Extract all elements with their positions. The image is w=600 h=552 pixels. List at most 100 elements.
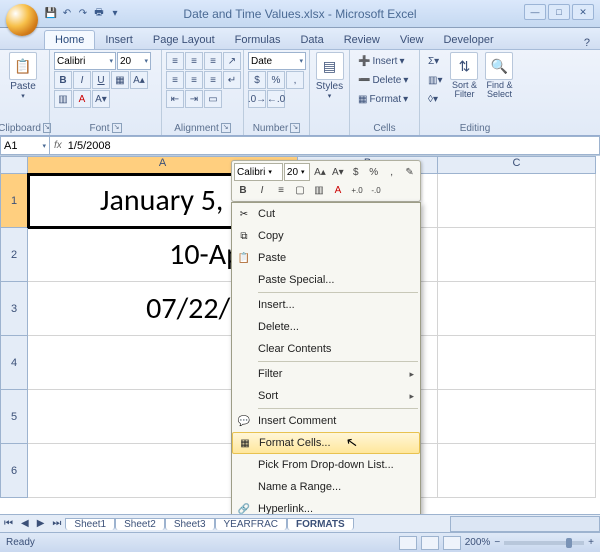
sheet-tab-yearfrac[interactable]: YEARFRAC [215,518,287,530]
font-color-button[interactable]: A [73,90,91,108]
ctx-delete[interactable]: Delete... [232,316,420,338]
decrease-decimal-button[interactable]: ←.0 [267,90,285,108]
tab-review[interactable]: Review [334,31,390,49]
font-size-combo[interactable]: 20▾ [117,52,151,70]
qat-more-icon[interactable]: ▾ [108,7,122,21]
comma-button[interactable]: , [286,71,304,89]
ctx-name-range[interactable]: Name a Range... [232,476,420,498]
sheet-nav-last[interactable]: ⏭ [48,518,65,529]
sort-filter-button[interactable]: ⇅Sort & Filter [447,52,481,99]
undo-icon[interactable]: ↶ [60,7,74,21]
row-header-1[interactable]: 1 [0,174,28,228]
ctx-pick-from-list[interactable]: Pick From Drop-down List... [232,454,420,476]
minimize-button[interactable]: — [524,4,546,20]
ctx-copy[interactable]: ⧉Copy [232,225,420,247]
align-center-button[interactable]: ≡ [185,71,203,89]
wrap-text-button[interactable]: ↵ [223,71,241,89]
ctx-paste[interactable]: 📋Paste [232,247,420,269]
align-bottom-button[interactable]: ≡ [204,52,222,70]
ctx-insert-comment[interactable]: 💬Insert Comment [232,410,420,432]
italic-button[interactable]: I [73,71,91,89]
tab-formulas[interactable]: Formulas [225,31,291,49]
fill-button[interactable]: ▥▾ [424,71,446,89]
sheet-tab-formats[interactable]: FORMATS [287,518,354,530]
orientation-button[interactable]: ↗ [223,52,241,70]
view-page-layout-button[interactable] [421,536,439,550]
mini-fill-button[interactable]: ▥ [310,181,328,199]
mini-shrink-font-button[interactable]: A▾ [329,163,346,181]
column-header-C[interactable]: C [438,156,596,174]
ctx-cut[interactable]: ✂Cut [232,203,420,225]
align-right-button[interactable]: ≡ [204,71,222,89]
ctx-paste-special[interactable]: Paste Special... [232,269,420,291]
view-normal-button[interactable] [399,536,417,550]
mini-decrease-decimal-button[interactable]: -.0 [367,181,385,199]
grow-font-button[interactable]: A▴ [130,71,148,89]
cell-C6[interactable] [438,444,596,498]
number-launcher[interactable]: ↘ [290,123,300,133]
clear-button[interactable]: ◊▾ [424,90,446,108]
percent-button[interactable]: % [267,71,285,89]
sheet-tab-sheet2[interactable]: Sheet2 [115,518,165,530]
name-box[interactable]: A1▾ [0,136,50,155]
ctx-filter[interactable]: Filter [232,363,420,385]
mini-currency-button[interactable]: $ [347,163,364,181]
delete-cells-button[interactable]: ➖Delete▾ [354,71,412,89]
save-icon[interactable]: 💾 [44,7,58,21]
styles-button[interactable]: ▤Styles▾ [314,52,345,100]
tab-insert[interactable]: Insert [95,31,143,49]
mini-italic-button[interactable]: I [253,181,271,199]
tab-page-layout[interactable]: Page Layout [143,31,225,49]
merge-center-button[interactable]: ▭ [204,90,222,108]
increase-indent-button[interactable]: ⇥ [185,90,203,108]
mini-increase-decimal-button[interactable]: +.0 [348,181,366,199]
ribbon-help-icon[interactable]: ? [584,37,600,49]
cell-C2[interactable] [438,228,596,282]
sheet-nav-prev[interactable]: ◀ [17,518,33,529]
bold-button[interactable]: B [54,71,72,89]
mini-center-button[interactable]: ≡ [272,181,290,199]
tab-data[interactable]: Data [290,31,333,49]
insert-cells-button[interactable]: ➕Insert▾ [354,52,409,70]
sheet-tab-sheet3[interactable]: Sheet3 [165,518,215,530]
font-name-combo[interactable]: Calibri▾ [54,52,116,70]
align-middle-button[interactable]: ≡ [185,52,203,70]
zoom-out-button[interactable]: − [494,537,500,548]
row-header-4[interactable]: 4 [0,336,28,390]
row-header-2[interactable]: 2 [0,228,28,282]
find-select-button[interactable]: 🔍Find & Select [482,52,516,99]
mini-size-combo[interactable]: 20▾ [284,163,311,181]
ctx-clear-contents[interactable]: Clear Contents [232,338,420,360]
autosum-button[interactable]: Σ▾ [424,52,446,70]
maximize-button[interactable]: □ [548,4,570,20]
mini-grow-font-button[interactable]: A▴ [311,163,328,181]
decrease-indent-button[interactable]: ⇤ [166,90,184,108]
redo-icon[interactable]: ↷ [76,7,90,21]
cell-C1[interactable] [438,174,596,228]
zoom-in-button[interactable]: + [588,537,594,548]
ctx-sort[interactable]: Sort [232,385,420,407]
paste-button[interactable]: 📋 Paste ▾ [4,52,42,100]
mini-bold-button[interactable]: B [234,181,252,199]
view-page-break-button[interactable] [443,536,461,550]
row-header-6[interactable]: 6 [0,444,28,498]
zoom-percent[interactable]: 200% [465,537,491,548]
tab-view[interactable]: View [390,31,434,49]
office-button[interactable] [6,4,38,36]
mini-font-color-button[interactable]: A [329,181,347,199]
print-icon[interactable]: 🖶 [92,7,106,21]
shrink-font-button[interactable]: A▾ [92,90,110,108]
row-header-5[interactable]: 5 [0,390,28,444]
ctx-insert[interactable]: Insert... [232,294,420,316]
sheet-tab-sheet1[interactable]: Sheet1 [65,518,115,530]
font-launcher[interactable]: ↘ [112,123,122,133]
alignment-launcher[interactable]: ↘ [221,123,231,133]
tab-home[interactable]: Home [44,30,95,49]
format-cells-button[interactable]: ▦Format▾ [354,90,412,108]
zoom-thumb[interactable] [566,538,572,548]
mini-border-button[interactable]: ▢ [291,181,309,199]
align-left-button[interactable]: ≡ [166,71,184,89]
formula-box[interactable]: fx 1/5/2008 [50,136,600,155]
sheet-nav-first[interactable]: ⏮ [0,518,17,529]
select-all-corner[interactable] [0,156,28,174]
